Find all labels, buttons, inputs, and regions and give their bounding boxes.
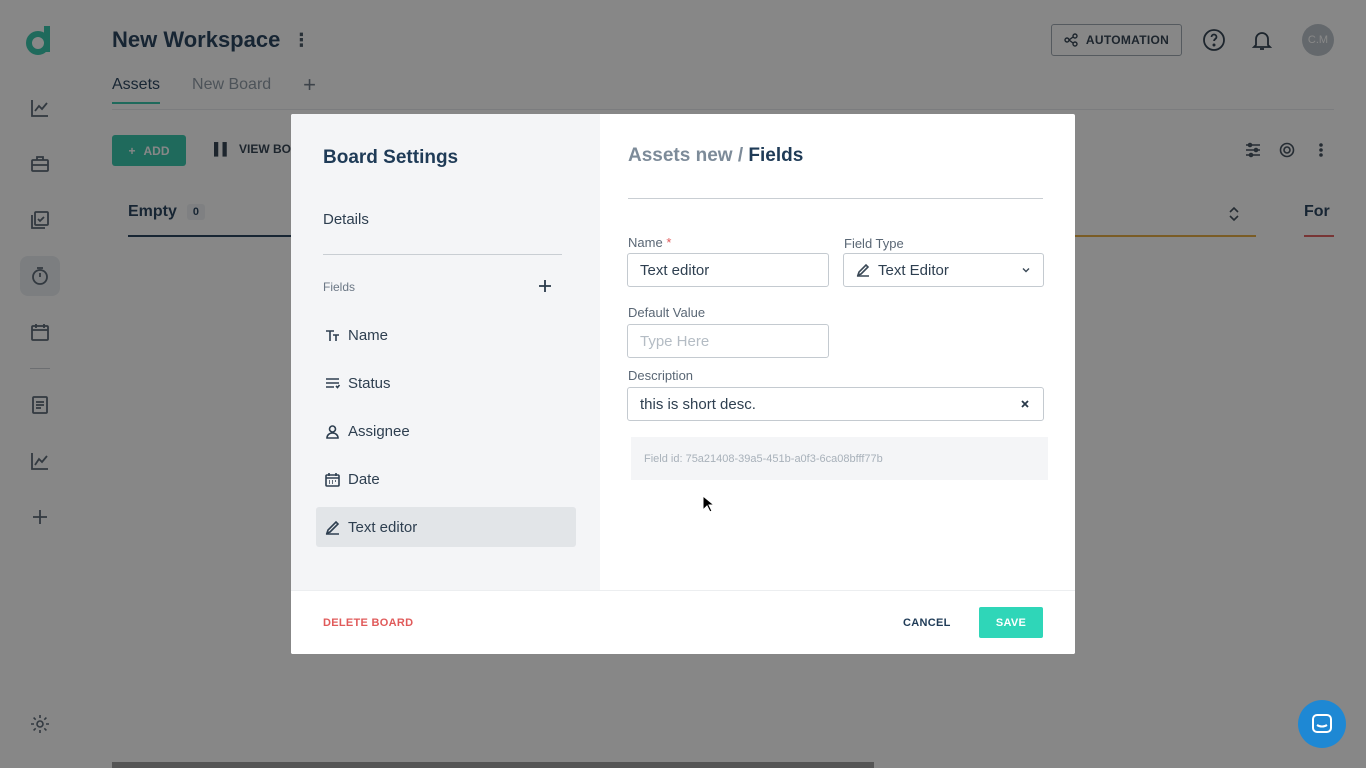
field-item-label: Name: [348, 326, 389, 344]
description-value: this is short desc.: [640, 395, 756, 413]
description-label: Description: [628, 368, 694, 383]
status-list-icon: [326, 377, 340, 389]
field-item-text-editor[interactable]: Text editor: [316, 507, 576, 547]
name-field-value: Text editor: [640, 261, 710, 279]
name-label: Name *: [628, 235, 671, 250]
mouse-cursor-icon: [702, 495, 714, 513]
add-field-icon[interactable]: [537, 278, 553, 294]
default-value-label: Default Value: [628, 305, 706, 320]
field-item-label: Assignee: [348, 422, 410, 440]
breadcrumb-current: Fields: [748, 145, 804, 166]
required-marker: *: [666, 235, 672, 250]
default-value-input[interactable]: Type Here: [627, 324, 829, 358]
field-type-label: Field Type: [844, 236, 904, 251]
field-item-name[interactable]: Name: [316, 315, 576, 355]
breadcrumb-parent[interactable]: Assets new: [628, 145, 733, 166]
field-id-info: Field id: 75a21408-39a5-451b-a0f3-6ca08b…: [631, 437, 1048, 480]
field-item-assignee[interactable]: Assignee: [316, 411, 576, 451]
chat-icon: [1312, 714, 1332, 733]
fields-section-label: Fields: [323, 280, 356, 294]
text-type-icon: [326, 329, 339, 341]
description-input[interactable]: this is short desc.: [627, 387, 1044, 421]
settings-nav: Board Settings Details Fields Name Statu…: [291, 114, 600, 590]
chat-support-button[interactable]: [1298, 700, 1346, 748]
chevron-down-icon: [1022, 268, 1030, 273]
modal-footer: DELETE BOARD CANCEL SAVE: [291, 590, 1075, 654]
field-item-date[interactable]: Date: [316, 459, 576, 499]
name-field[interactable]: Text editor: [627, 253, 829, 287]
clear-icon[interactable]: [1019, 398, 1031, 410]
calendar-icon: [325, 472, 340, 487]
pencil-icon: [325, 520, 340, 535]
modal-title: Board Settings: [323, 147, 459, 168]
delete-board-button[interactable]: DELETE BOARD: [323, 617, 413, 629]
field-type-select[interactable]: Text Editor: [843, 253, 1044, 287]
default-value-placeholder: Type Here: [640, 332, 710, 350]
user-icon: [326, 424, 339, 439]
nav-divider: [323, 254, 562, 255]
name-label-text: Name: [628, 235, 663, 250]
pencil-icon: [856, 263, 870, 277]
breadcrumb-separator: /: [732, 145, 749, 166]
save-button[interactable]: SAVE: [979, 607, 1043, 638]
cancel-button[interactable]: CANCEL: [903, 617, 951, 629]
field-item-label: Date: [348, 470, 380, 488]
field-item-label: Status: [348, 374, 391, 392]
nav-details[interactable]: Details: [323, 211, 369, 228]
board-settings-modal: Board Settings Details Fields Name Statu…: [291, 114, 1075, 654]
field-type-value: Text Editor: [878, 261, 949, 279]
field-item-status[interactable]: Status: [316, 363, 576, 403]
field-item-label: Text editor: [348, 518, 418, 536]
header-divider: [628, 198, 1043, 199]
breadcrumb: Assets new / Fields: [628, 145, 803, 167]
